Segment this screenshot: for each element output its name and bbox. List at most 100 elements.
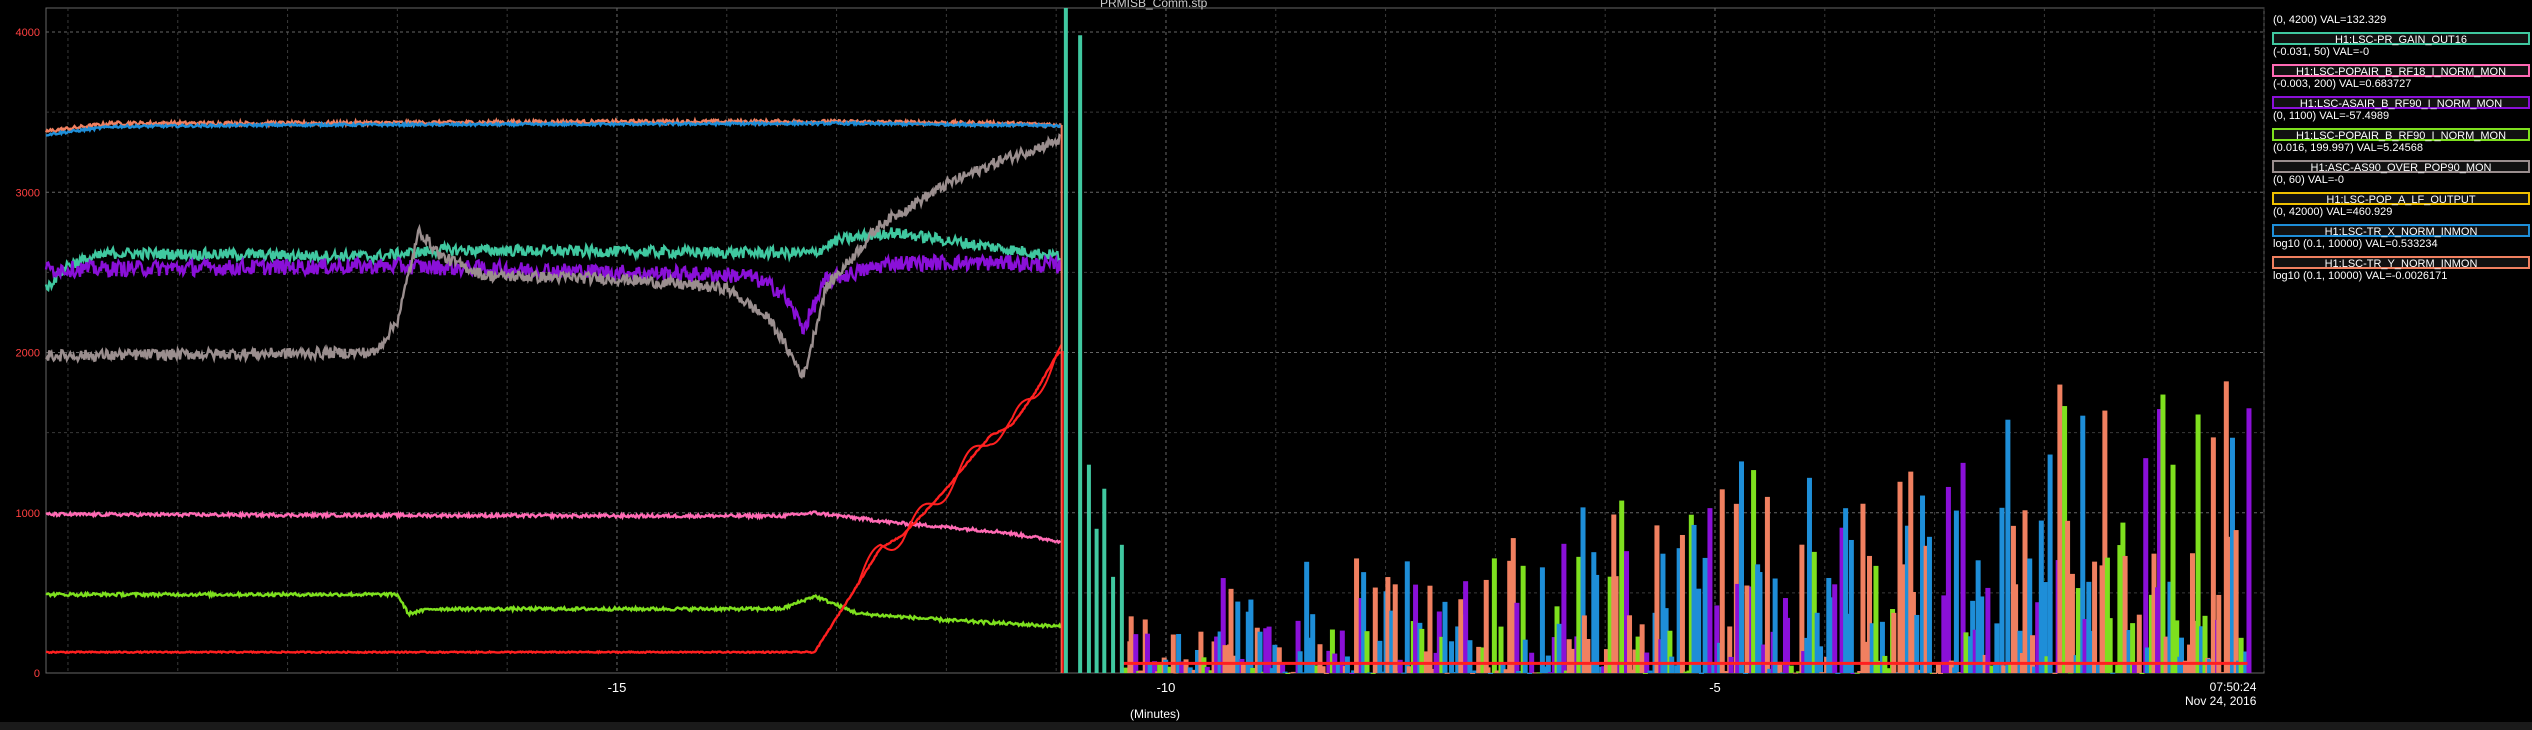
spike-bar	[2139, 672, 2145, 674]
y-tick-label: 3000	[16, 187, 40, 199]
spike-bar	[2238, 637, 2244, 673]
spike-bar	[2092, 561, 2098, 673]
spike-bar	[1728, 656, 1734, 673]
spike-bar	[1257, 631, 1263, 673]
spike-bar	[1832, 584, 1838, 673]
spike-bar	[1170, 634, 1176, 673]
spike-bar	[1266, 626, 1272, 673]
timestamp: 07:50:24 Nov 24, 2016	[2185, 680, 2256, 708]
spike-bar	[1413, 584, 1419, 673]
legend-item[interactable]: H1:LSC-POPAIR_B_RF90_I_NORM_MON (0.016, 1…	[2270, 128, 2532, 160]
spike-bar	[1772, 578, 1778, 673]
legend-item-name: H1:LSC-ASAIR_B_RF90_I_NORM_MON	[2272, 96, 2530, 110]
spike-bar	[1561, 543, 1567, 673]
spike-bar	[1377, 640, 1383, 673]
spike-bar	[1470, 672, 1476, 674]
spike-bar	[1157, 663, 1163, 673]
spike-bar	[1873, 565, 1879, 673]
spike-bar	[1483, 579, 1489, 673]
spike-bar	[2246, 408, 2252, 673]
spike-bar	[1938, 672, 1944, 674]
spike-bar	[1691, 524, 1697, 673]
spike-bar	[1392, 584, 1398, 673]
spike-bar	[1467, 640, 1473, 673]
spike-bar	[1642, 672, 1648, 674]
spike-bar	[1449, 641, 1455, 673]
spike-bar	[2131, 663, 2137, 673]
spike-bar	[2052, 672, 2058, 674]
spike-bar	[1639, 624, 1645, 673]
spike-bar	[1764, 496, 1770, 673]
lock-loss-spike	[1102, 488, 1107, 673]
spike-bar	[1935, 664, 1941, 673]
lock-loss-spike	[1119, 544, 1124, 673]
legend-item-name: H1:LSC-POP_A_LF_OUTPUT	[2272, 192, 2530, 206]
legend-item-value: log10 (0.1, 10000) VAL=0.533234	[2273, 238, 2438, 250]
spike-bar	[1696, 588, 1702, 673]
legend-item-value: (0, 60) VAL=-0	[2273, 174, 2345, 186]
spike-bar	[1354, 558, 1360, 673]
spike-bar	[1240, 664, 1246, 673]
legend-item-value: (-0.031, 50) VAL=-0	[2273, 46, 2370, 58]
spike-bar	[1349, 672, 1355, 674]
legend-item[interactable]: H1:LSC-ASAIR_B_RF90_I_NORM_MON (0, 1100) …	[2270, 96, 2532, 128]
legend-item[interactable]: H1:LSC-PR_GAIN_OUT16 (-0.031, 50) VAL=-0	[2270, 32, 2532, 64]
spike-bar	[1848, 539, 1854, 673]
legend-item-name: H1:LSC-TR_Y_NORM_INMON	[2272, 256, 2530, 270]
spike-bar	[1485, 667, 1491, 673]
legend-item[interactable]: H1:LSC-TR_X_NORM_INMON log10 (0.1, 10000)…	[2270, 224, 2532, 256]
x-tick-label: -15	[608, 680, 627, 695]
legend-item[interactable]: (0, 4200) VAL=132.329	[2270, 0, 2532, 32]
spike-bar	[1364, 631, 1370, 673]
strip-chart: -15 -10 -5 0 1000 2000 3000 4000	[16, 7, 2265, 695]
spike-bar	[1679, 534, 1685, 673]
bottom-scrollbar[interactable]	[0, 722, 2532, 730]
x-tick-label: -10	[1157, 680, 1176, 695]
legend-item[interactable]: H1:ASC-AS90_OVER_POP90_MON (0, 60) VAL=-0	[2270, 160, 2532, 192]
spike-bar	[2065, 520, 2071, 673]
spike-bar	[2110, 672, 2116, 674]
spike-bar	[1476, 646, 1482, 673]
spike-bar	[1818, 646, 1824, 673]
spike-bar	[1702, 557, 1708, 673]
legend-item[interactable]: H1:LSC-TR_Y_NORM_INMON log10 (0.1, 10000)…	[2270, 256, 2532, 288]
spike-bar	[1613, 576, 1619, 673]
lock-loss-spike	[1086, 464, 1091, 673]
spike-bar	[1926, 536, 1932, 673]
legend-item[interactable]: H1:LSC-POPAIR_B_RF18_I_NORM_MON (-0.003, …	[2270, 64, 2532, 96]
legend-item[interactable]: H1:LSC-POP_A_LF_OUTPUT (0, 42000) VAL=460…	[2270, 192, 2532, 224]
lock-loss-spike	[1094, 528, 1099, 673]
spike-bar	[1282, 671, 1288, 673]
spike-bar	[2047, 454, 2053, 673]
spike-bar	[1788, 665, 1794, 673]
spike-bar	[1539, 567, 1545, 673]
spike-bar	[1272, 644, 1278, 673]
legend-item-value: log10 (0.1, 10000) VAL=-0.0026171	[2273, 270, 2448, 282]
spike-bar	[1719, 489, 1725, 673]
spike-bar	[1427, 585, 1433, 673]
legend-item-name: H1:LSC-PR_GAIN_OUT16	[2272, 32, 2530, 46]
spike-bar	[1291, 671, 1297, 673]
spike-bar	[1963, 632, 1969, 673]
y-tick-label: 2000	[16, 348, 40, 360]
spike-bar	[1419, 628, 1425, 673]
spike-bar	[1250, 667, 1256, 673]
spike-bar	[2057, 384, 2063, 673]
y-tick-label: 0	[34, 668, 40, 680]
legend-item-value: (0.016, 199.997) VAL=5.24568	[2273, 142, 2423, 154]
spike-bar	[1945, 486, 1951, 673]
spike-bar	[1491, 558, 1497, 673]
spike-bar	[1698, 672, 1704, 674]
spike-bar	[1397, 659, 1403, 673]
spike-bar	[1738, 461, 1744, 673]
spike-bar	[2022, 510, 2028, 673]
spike-bar	[1378, 671, 1384, 673]
spike-bar	[1999, 507, 2005, 673]
legend-item-value: (0, 42000) VAL=460.929	[2273, 206, 2393, 218]
spike-bar	[1994, 623, 2000, 673]
spike-bar	[1835, 672, 1841, 674]
y-tick-label: 1000	[16, 508, 40, 520]
legend-item-name: H1:LSC-TR_X_NORM_INMON	[2272, 224, 2530, 238]
legend-item-name: H1:LSC-POPAIR_B_RF90_I_NORM_MON	[2272, 128, 2530, 142]
spike-bar	[2005, 419, 2011, 673]
